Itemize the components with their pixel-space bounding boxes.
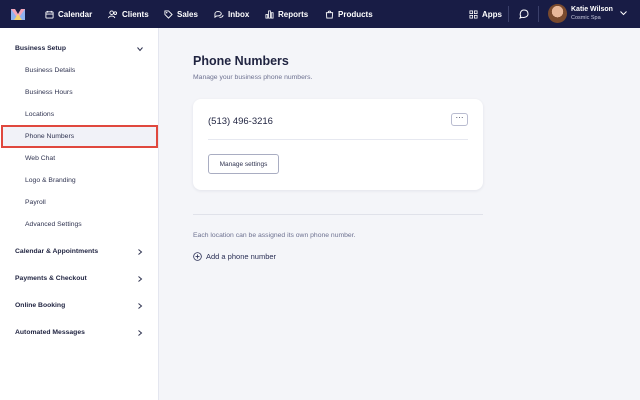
sidebar-section-online-booking[interactable]: Online Booking [15,302,65,309]
info-text: Each location can be assigned its own ph… [193,232,356,239]
sidebar-section-business-setup[interactable]: Business Setup [15,45,66,52]
sidebar: Business Setup Business Details Business… [0,28,159,400]
page-subtitle: Manage your business phone numbers. [193,74,313,81]
chevron-right-icon[interactable] [137,276,143,282]
section-divider [193,214,483,215]
card-divider [208,139,468,140]
sidebar-item-business-hours[interactable]: Business Hours [25,89,73,96]
chat-icon [214,10,224,18]
sidebar-item-locations[interactable]: Locations [25,111,54,118]
nav-inbox[interactable]: Inbox [214,0,249,28]
nav-reports[interactable]: Reports [265,0,308,28]
phone-number-card: (513) 496-3216 ··· Manage settings [193,99,483,190]
nav-calendar[interactable]: Calendar [45,0,92,28]
sidebar-section-automated-messages[interactable]: Automated Messages [15,329,85,336]
top-nav: Calendar Clients Sales Inbox Reports Pro… [0,0,640,28]
sidebar-section-payments-checkout[interactable]: Payments & Checkout [15,275,87,282]
bar-chart-icon [265,9,274,19]
chevron-down-icon[interactable] [137,46,143,52]
page-title: Phone Numbers [193,54,289,68]
message-icon [519,9,529,19]
messages-button[interactable] [519,0,533,28]
nav-products-label: Products [338,9,373,19]
grid-icon [469,9,478,19]
nav-apps[interactable]: Apps [469,0,502,28]
manage-settings-button[interactable]: Manage settings [208,154,279,174]
nav-divider-2 [538,6,539,22]
nav-sales-label: Sales [177,9,198,19]
chevron-down-icon[interactable] [620,11,627,16]
nav-products[interactable]: Products [325,0,373,28]
users-icon [108,9,118,18]
chevron-right-icon[interactable] [137,249,143,255]
bag-icon [325,10,334,19]
add-phone-number-label: Add a phone number [206,252,277,261]
nav-reports-label: Reports [278,9,309,19]
more-options-button[interactable]: ··· [451,113,468,126]
user-org[interactable]: Cosmic Spa [571,15,601,21]
calendar-icon [45,10,54,19]
sidebar-item-phone-numbers[interactable]: Phone Numbers [25,133,74,140]
nav-sales[interactable]: Sales [164,0,198,28]
sidebar-item-payroll[interactable]: Payroll [25,199,46,206]
add-phone-number-link[interactable]: Add a phone number [193,252,276,261]
sidebar-section-calendar-appointments[interactable]: Calendar & Appointments [15,248,98,255]
plus-circle-icon [193,252,202,261]
sidebar-item-business-details[interactable]: Business Details [25,67,75,74]
nav-apps-label: Apps [482,9,502,19]
chevron-right-icon[interactable] [137,303,143,309]
nav-calendar-label: Calendar [58,9,93,19]
sidebar-item-advanced-settings[interactable]: Advanced Settings [25,221,82,228]
nav-divider [508,6,509,22]
nav-clients-label: Clients [122,9,149,19]
logo-icon[interactable] [10,6,26,22]
avatar[interactable] [548,4,567,23]
sidebar-item-web-chat[interactable]: Web Chat [25,155,55,162]
user-name[interactable]: Katie Wilson [571,6,613,13]
nav-inbox-label: Inbox [228,9,250,19]
sidebar-item-logo-branding[interactable]: Logo & Branding [25,177,76,184]
tag-icon [164,9,173,19]
phone-number: (513) 496-3216 [208,116,273,127]
chevron-right-icon[interactable] [137,330,143,336]
nav-clients[interactable]: Clients [108,0,149,28]
